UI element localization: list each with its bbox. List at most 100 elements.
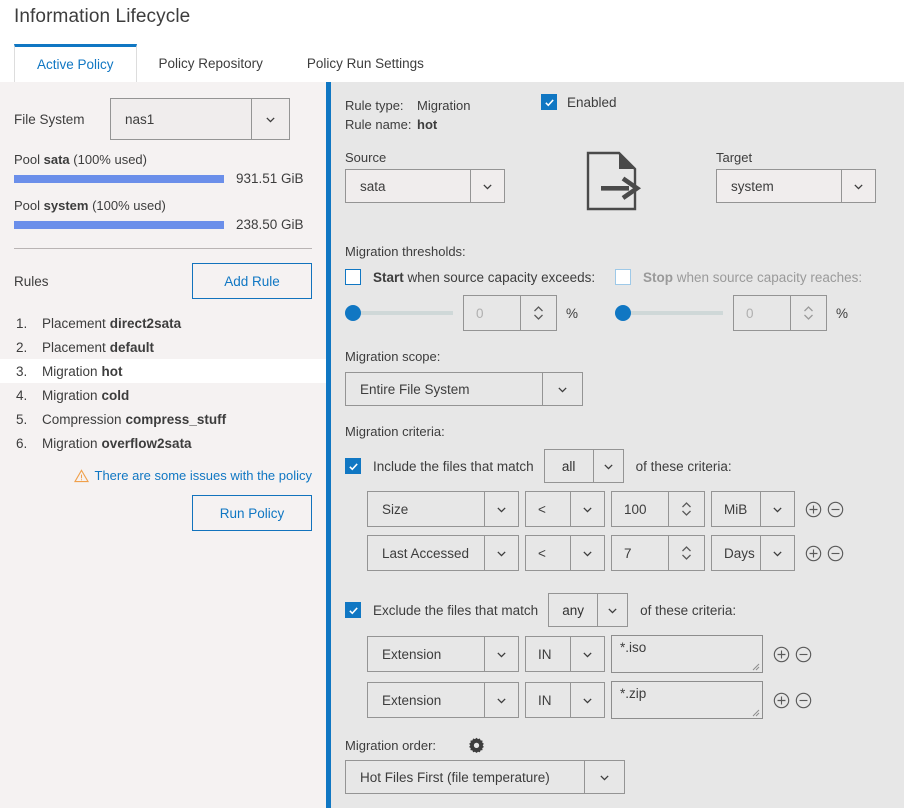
start-threshold-control: 0 % [345, 295, 615, 331]
stop-threshold-checkbox[interactable] [615, 269, 631, 285]
resize-grip-icon[interactable] [750, 707, 760, 717]
migration-order-head: Migration order: [345, 737, 890, 754]
enabled-label: Enabled [567, 94, 617, 110]
include-operator-select[interactable]: < [525, 535, 605, 571]
stepper-arrows-icon[interactable] [668, 536, 704, 570]
exclude-field-select[interactable]: Extension [367, 636, 519, 672]
remove-criteria-icon[interactable] [827, 545, 844, 562]
migration-order-select[interactable]: Hot Files First (file temperature) [345, 760, 625, 794]
tab-policy-repository[interactable]: Policy Repository [137, 44, 285, 82]
right-panel: Rule type: Migration Rule name: hot Enab… [331, 82, 904, 808]
include-value[interactable]: 100 [612, 492, 668, 526]
rule-name: hot [101, 363, 123, 379]
exclude-field-value: Extension [382, 646, 442, 662]
list-item-selected[interactable]: 3. Migration hot [0, 359, 326, 383]
migration-scope-select[interactable]: Entire File System [345, 372, 583, 406]
content-split: File System nas1 Pool sata (100% used) 9… [0, 82, 904, 808]
migration-direction-icon-block [583, 150, 643, 215]
add-rule-button[interactable]: Add Rule [192, 263, 312, 299]
include-field-select[interactable]: Last Accessed [367, 535, 519, 571]
stepper-arrows-icon[interactable] [790, 296, 826, 330]
exclude-pattern-textarea[interactable]: *.zip [611, 681, 763, 719]
include-unit-select[interactable]: Days [711, 535, 795, 571]
include-unit-select[interactable]: MiB [711, 491, 795, 527]
stop-threshold-unit: % [836, 305, 849, 321]
stepper-arrows-icon[interactable] [520, 296, 556, 330]
include-value[interactable]: 7 [612, 536, 668, 570]
start-threshold-stepper[interactable]: 0 [463, 295, 557, 331]
scope-label: Migration scope: [345, 349, 441, 364]
exclude-operator-select[interactable]: IN [525, 636, 605, 672]
pool-bar-fill [14, 220, 224, 229]
slider-knob[interactable] [345, 305, 361, 321]
rule-type: Placement [42, 339, 106, 355]
migration-order-label: Migration order: [345, 738, 437, 753]
include-field-value: Size [382, 501, 409, 517]
list-item[interactable]: 1. Placement direct2sata [14, 311, 312, 335]
scope-block: Entire File System [345, 372, 890, 406]
pool-label: Pool sata (100% used) [14, 152, 312, 167]
exclude-checkbox[interactable] [345, 602, 361, 618]
add-criteria-icon[interactable] [773, 692, 790, 709]
exclude-operator-select[interactable]: IN [525, 682, 605, 718]
source-select[interactable]: sata [345, 169, 505, 203]
rule-name-value: hot [417, 117, 438, 132]
exclude-pattern-textarea[interactable]: *.iso [611, 635, 763, 673]
tab-policy-run-settings[interactable]: Policy Run Settings [285, 44, 446, 82]
include-field-select[interactable]: Size [367, 491, 519, 527]
tab-label: Policy Run Settings [306, 55, 424, 71]
stop-threshold-value[interactable]: 0 [734, 296, 790, 330]
tab-active-policy[interactable]: Active Policy [14, 44, 137, 82]
add-criteria-icon[interactable] [805, 545, 822, 562]
pool-prefix: Pool [14, 198, 44, 213]
rule-name: overflow2sata [101, 435, 192, 451]
add-criteria-icon[interactable] [773, 646, 790, 663]
source-block: Source sata [345, 150, 505, 203]
chevron-down-icon [760, 536, 794, 570]
remove-criteria-icon[interactable] [795, 692, 812, 709]
tab-bar: Active Policy Policy Repository Policy R… [0, 44, 904, 82]
exclude-field-select[interactable]: Extension [367, 682, 519, 718]
stop-threshold-stepper[interactable]: 0 [733, 295, 827, 331]
include-operator-select[interactable]: < [525, 491, 605, 527]
list-item[interactable]: 5. Compression compress_stuff [14, 407, 312, 431]
start-threshold-checkbox[interactable] [345, 269, 361, 285]
include-unit-value: MiB [724, 501, 748, 517]
include-checkbox[interactable] [345, 458, 361, 474]
run-policy-button[interactable]: Run Policy [192, 495, 312, 531]
list-item[interactable]: 6. Migration overflow2sata [14, 431, 312, 455]
list-item[interactable]: 4. Migration cold [14, 383, 312, 407]
resize-grip-icon[interactable] [750, 661, 760, 671]
list-item[interactable]: 2. Placement default [14, 335, 312, 359]
include-criteria-row: Size < 100 MiB [367, 491, 890, 527]
enabled-checkbox[interactable] [541, 94, 557, 110]
include-prefix-label: Include the files that match [373, 458, 534, 474]
start-threshold-slider[interactable] [345, 303, 453, 323]
rule-name: cold [101, 387, 130, 403]
file-system-value: nas1 [125, 111, 155, 127]
policy-issues-link[interactable]: There are some issues with the policy [14, 468, 312, 483]
start-threshold-value[interactable]: 0 [464, 296, 520, 330]
gear-icon[interactable] [468, 737, 485, 754]
remove-criteria-icon[interactable] [827, 501, 844, 518]
chevron-down-icon [484, 683, 518, 717]
remove-criteria-icon[interactable] [795, 646, 812, 663]
include-value-stepper[interactable]: 7 [611, 535, 705, 571]
include-value-stepper[interactable]: 100 [611, 491, 705, 527]
exclude-match-select[interactable]: any [548, 593, 629, 627]
add-criteria-icon[interactable] [805, 501, 822, 518]
stepper-arrows-icon[interactable] [668, 492, 704, 526]
exclude-suffix-label: of these criteria: [640, 602, 737, 618]
rule-name-label: Rule name: [345, 117, 412, 132]
slider-knob[interactable] [615, 305, 631, 321]
stop-strong: Stop [643, 269, 673, 285]
exclude-operator-value: IN [538, 692, 552, 708]
include-match-select[interactable]: all [543, 449, 624, 483]
divider-line [14, 248, 312, 249]
stop-threshold-slider[interactable] [615, 303, 723, 323]
rules-title: Rules [14, 273, 49, 289]
file-system-select[interactable]: nas1 [110, 98, 290, 140]
target-select[interactable]: system [716, 169, 876, 203]
rule-type-row: Rule type: Migration [345, 96, 890, 115]
rule-number: 2. [16, 339, 28, 355]
